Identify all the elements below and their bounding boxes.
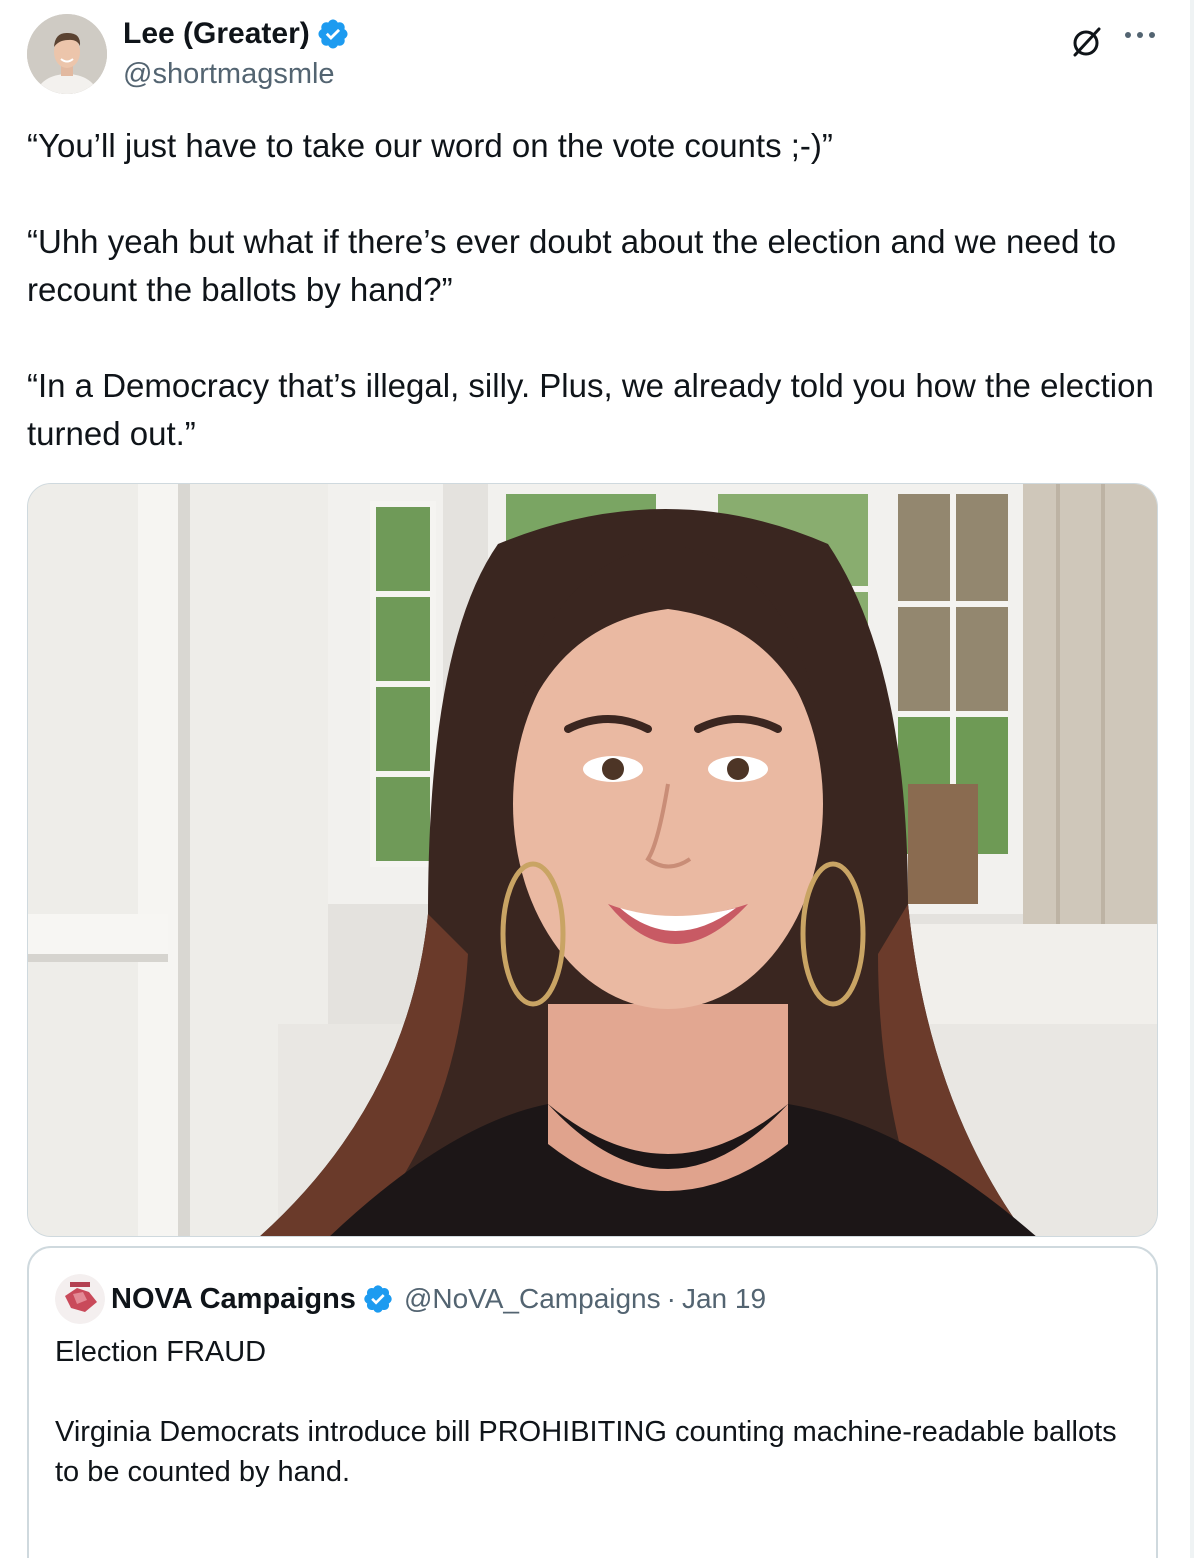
quoted-author-avatar[interactable] [55, 1274, 105, 1324]
more-horizontal-icon[interactable] [1120, 24, 1160, 46]
tweet-paragraph: “Uhh yeah but what if there’s ever doubt… [27, 223, 1117, 308]
author-display-name[interactable]: Lee (Greater) [123, 16, 310, 52]
separator-dot: · [666, 1283, 676, 1314]
verified-badge-icon [318, 19, 348, 49]
tweet-text: “You’ll just have to take our word on th… [27, 122, 1167, 458]
quoted-tweet-paragraph: Virginia Democrats introduce bill PROHIB… [55, 1416, 1117, 1488]
tweet-paragraph: “In a Democracy that’s illegal, silly. P… [27, 367, 1154, 452]
grok-slash-circle-icon[interactable] [1066, 22, 1106, 62]
verified-badge-icon [364, 1285, 392, 1313]
quoted-author-handle[interactable]: @NoVA_Campaigns [404, 1283, 661, 1315]
author-name-row: Lee (Greater) [123, 16, 350, 52]
quoted-tweet-header: NOVA Campaigns @NoVA_Campaigns · Jan 19 [55, 1274, 766, 1324]
quoted-tweet-text: Election FRAUD Virginia Democrats introd… [55, 1332, 1125, 1492]
author-avatar[interactable] [27, 14, 107, 94]
tweet-container: Lee (Greater) @shortmagsmle “You’ll just… [0, 0, 1194, 1558]
quoted-tweet-card[interactable]: NOVA Campaigns @NoVA_Campaigns · Jan 19 … [27, 1246, 1158, 1558]
quoted-tweet-date[interactable]: Jan 19 [682, 1283, 766, 1315]
tweet-paragraph: “You’ll just have to take our word on th… [27, 127, 833, 164]
quoted-tweet-paragraph: Election FRAUD [55, 1336, 267, 1368]
quoted-author-display-name[interactable]: NOVA Campaigns [111, 1283, 356, 1316]
page-divider [1190, 0, 1194, 1558]
tweet-media-photo[interactable] [27, 483, 1158, 1237]
author-handle[interactable]: @shortmagsmle [123, 57, 335, 91]
